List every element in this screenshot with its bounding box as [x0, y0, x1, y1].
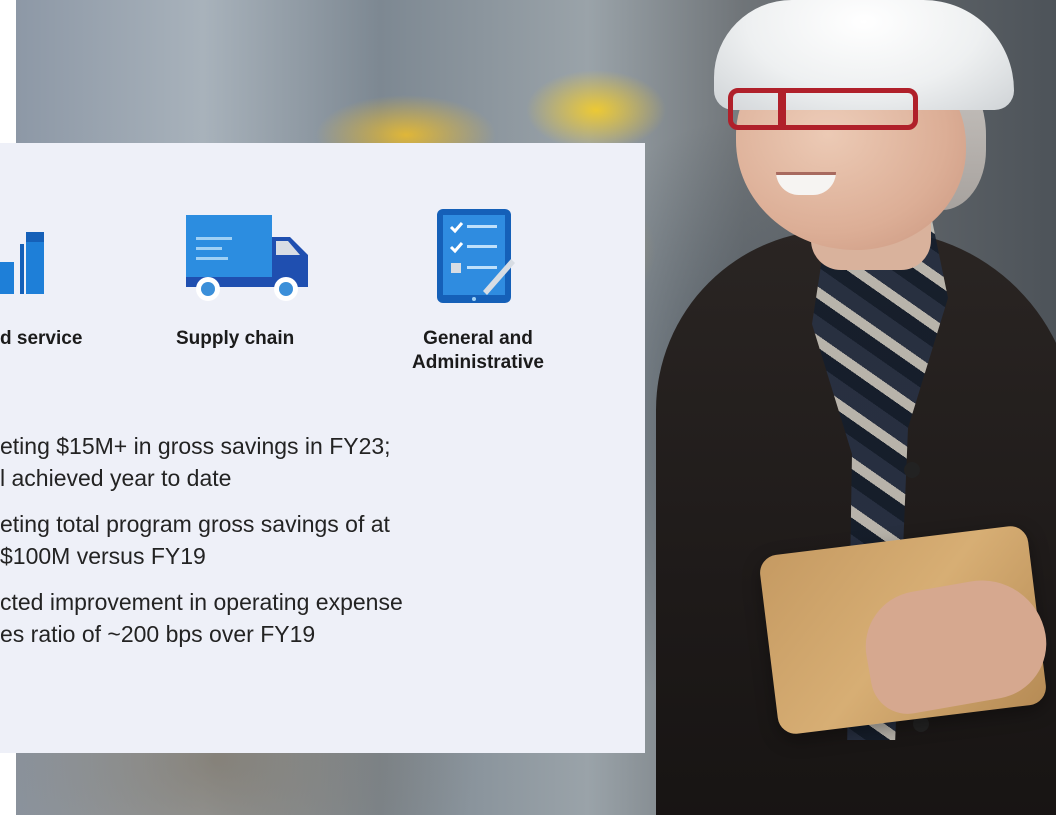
bullet-line: eting $15M+ in gross savings in FY23; — [0, 433, 391, 459]
tile-label-line: General and — [423, 328, 533, 349]
bullet-line: l achieved year to date — [0, 465, 232, 491]
tile-label-general-admin: General and Administrative — [388, 327, 568, 375]
content-panel: d service Supply chain General and Admin… — [0, 143, 645, 753]
bullet-item: eting total program gross savings of at … — [0, 508, 390, 572]
tile-label-line: Administrative — [412, 352, 544, 373]
bar-chart-icon — [0, 232, 44, 294]
bullet-line: es ratio of ~200 bps over FY19 — [0, 621, 316, 647]
bullet-line: eting total program gross savings of at — [0, 511, 390, 537]
coat-button — [904, 462, 920, 478]
glasses — [728, 88, 918, 130]
checklist-tablet-icon — [437, 209, 515, 303]
bullet-item: cted improvement in operating expense es… — [0, 586, 403, 650]
tile-label-service: d service — [0, 328, 83, 349]
bullet-line: $100M versus FY19 — [0, 543, 206, 569]
tile-label-supply-chain: Supply chain — [176, 328, 295, 349]
delivery-truck-icon — [186, 215, 308, 301]
bullet-item: eting $15M+ in gross savings in FY23; l … — [0, 430, 391, 494]
bullet-line: cted improvement in operating expense — [0, 589, 403, 615]
